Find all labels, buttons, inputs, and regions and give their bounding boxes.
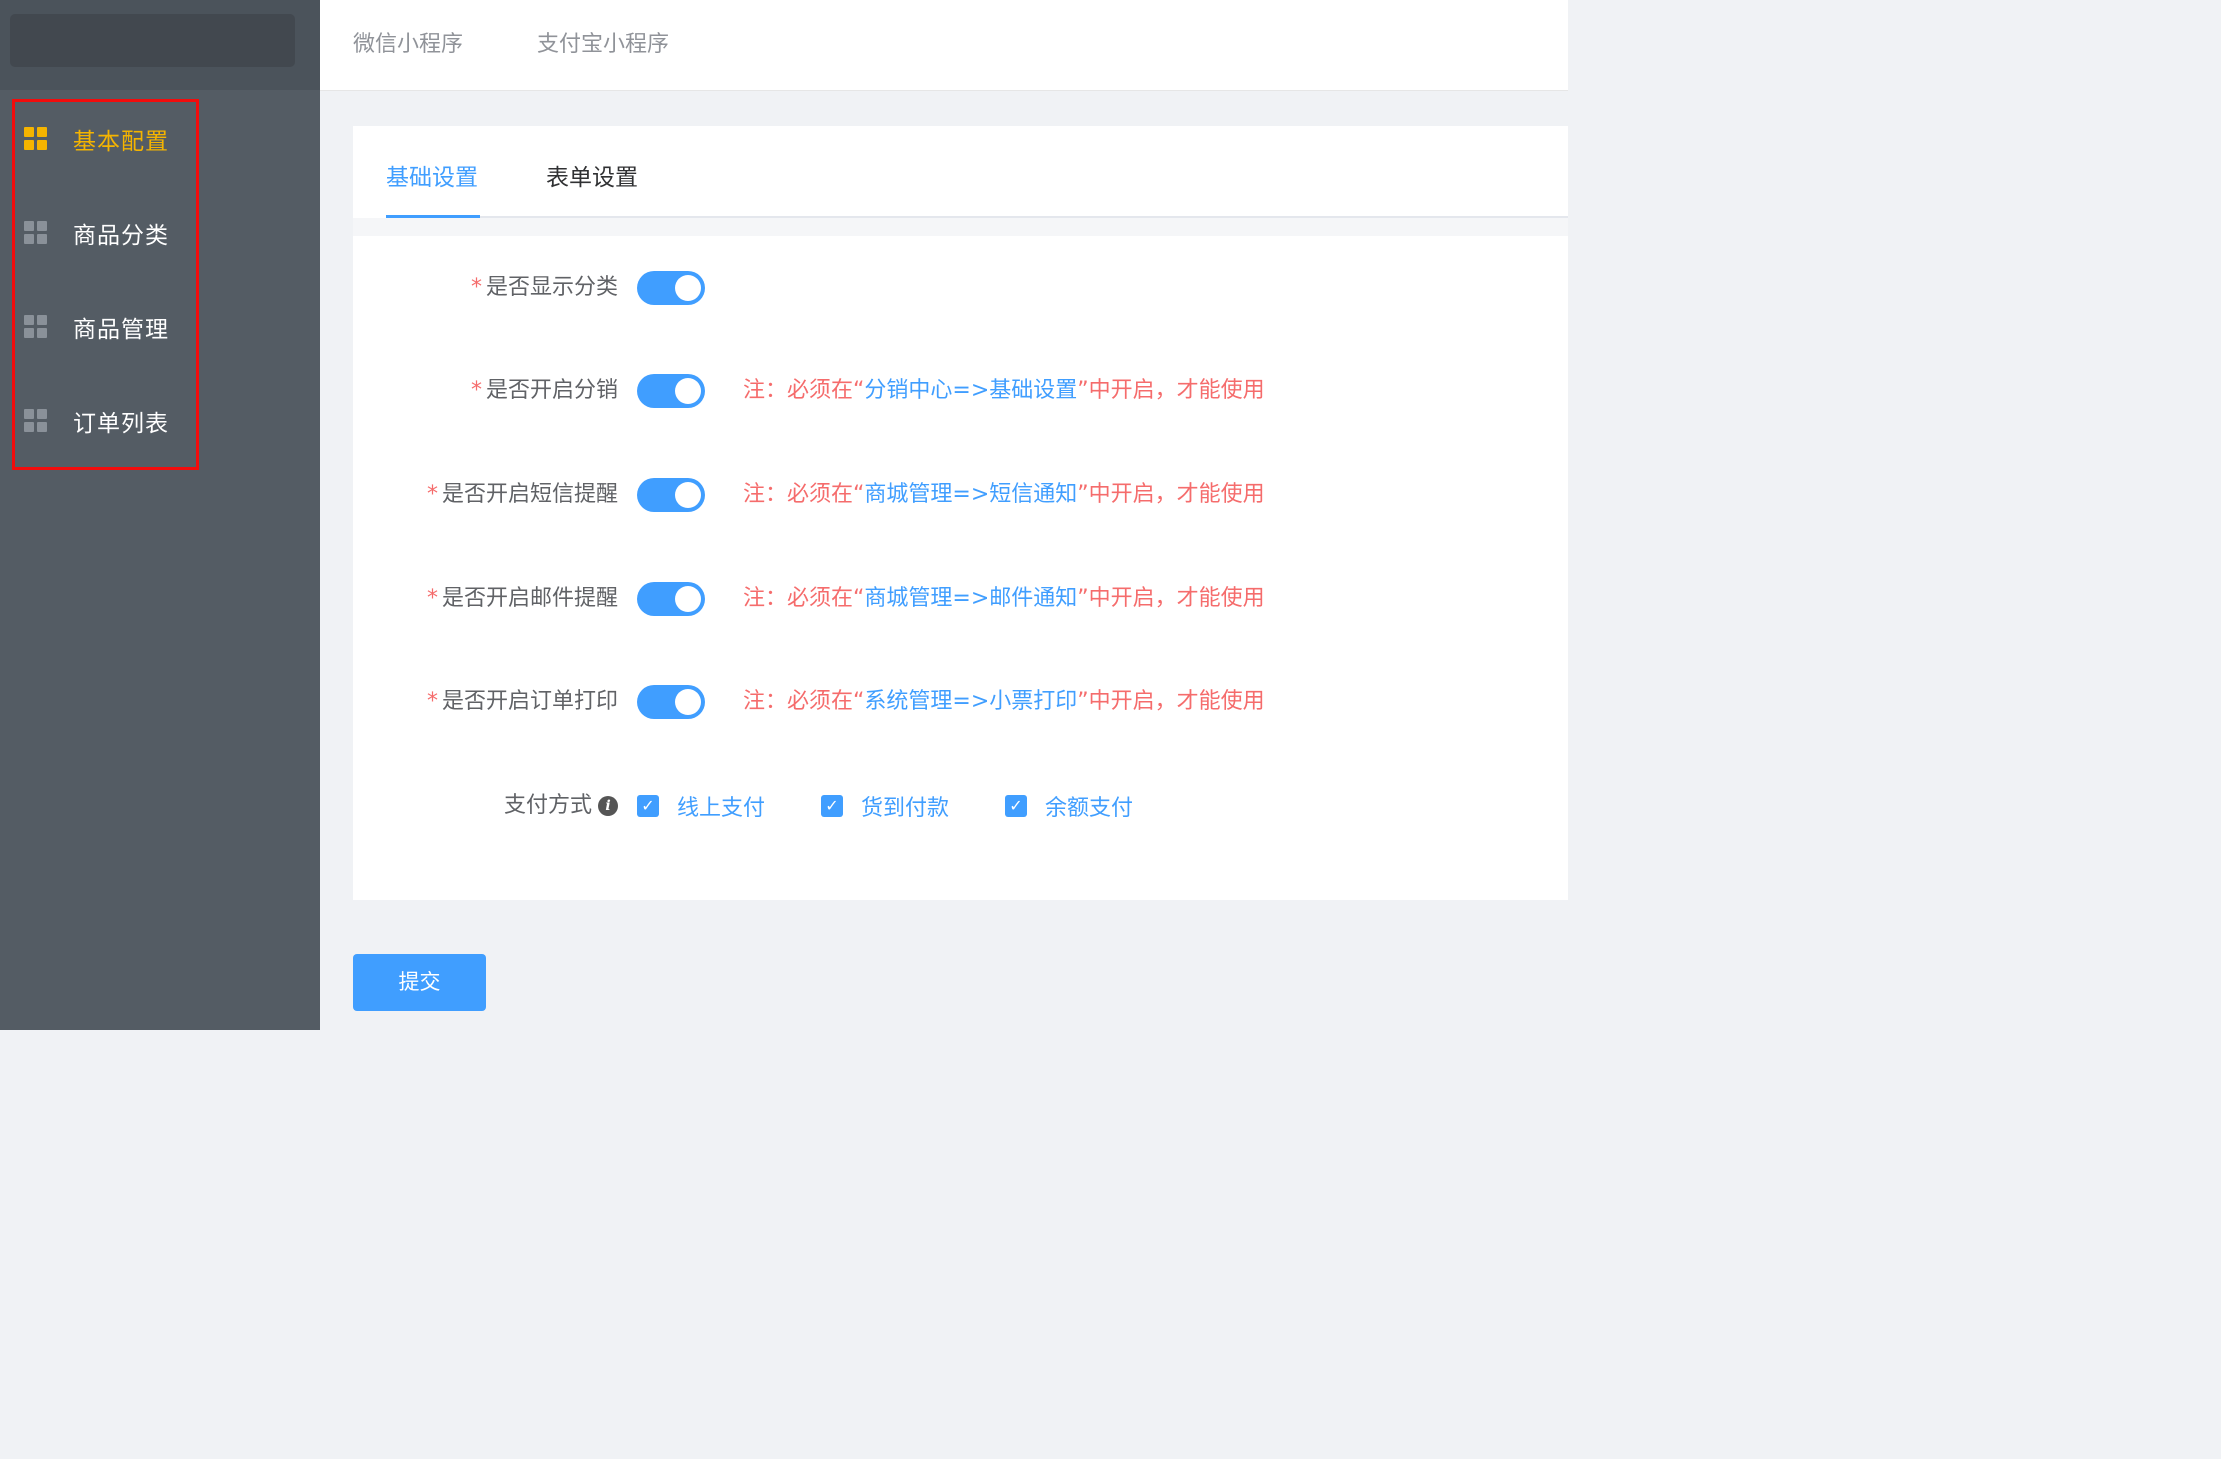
form-label-text: 是否开启分销	[485, 378, 618, 403]
sidebar-item-label: 商品分类	[73, 223, 169, 249]
settings-tabs: 基础设置 表单设置	[353, 126, 1568, 218]
note-link[interactable]: 商城管理=>短信通知	[864, 482, 1077, 507]
switch-knob	[675, 689, 701, 715]
grid-icon	[24, 127, 48, 151]
form-label: 支付方式 i	[504, 786, 618, 826]
form-row-email-reminder: * 是否开启邮件提醒 注：必须在“商城管理=>邮件通知”中开启，才能使用	[353, 579, 1568, 619]
sidebar-item-product-category[interactable]: 商品分类	[24, 208, 194, 258]
sidebar-item-product-management[interactable]: 商品管理	[24, 302, 194, 352]
form-label-text: 支付方式	[503, 793, 592, 818]
switch-knob	[675, 378, 701, 404]
note-prefix: 注：必须在“	[743, 482, 865, 507]
checkbox-balance-payment[interactable]: ✓ 余额支付	[1005, 786, 1133, 826]
sms-reminder-note: 注：必须在“商城管理=>短信通知”中开启，才能使用	[743, 475, 1265, 515]
form-row-distribution: * 是否开启分销 注：必须在“分销中心=>基础设置”中开启，才能使用	[353, 371, 1568, 411]
app-root: 基本配置 商品分类 商品管理 订单列表 微信小程序 支付宝小程序 基础设置 表单…	[0, 0, 1568, 1030]
form-row-order-print: * 是否开启订单打印 注：必须在“系统管理=>小票打印”中开启，才能使用	[353, 682, 1568, 722]
checkbox-label: 货到付款	[861, 796, 950, 821]
sms-reminder-switch[interactable]	[637, 478, 705, 512]
form-row-payment-method: 支付方式 i ✓ 线上支付 ✓ 货到付款 ✓ 余额支付	[353, 786, 1568, 826]
grid-icon	[24, 221, 48, 245]
form-label-text: 是否显示分类	[485, 275, 618, 300]
note-suffix: ”中开启，才能使用	[1077, 482, 1265, 507]
sidebar-header	[0, 0, 320, 90]
form-label: * 是否显示分类	[471, 268, 618, 308]
distribution-note: 注：必须在“分销中心=>基础设置”中开启，才能使用	[743, 371, 1265, 411]
sidebar-item-label: 订单列表	[73, 411, 169, 437]
sidebar-item-basic-config[interactable]: 基本配置	[24, 114, 194, 164]
sidebar-item-label: 商品管理	[73, 317, 169, 343]
checkbox-label: 线上支付	[677, 796, 766, 821]
sidebar: 基本配置 商品分类 商品管理 订单列表	[0, 0, 320, 1030]
grid-icon	[24, 409, 48, 433]
show-category-switch[interactable]	[637, 271, 705, 305]
note-suffix: ”中开启，才能使用	[1077, 586, 1265, 611]
note-prefix: 注：必须在“	[743, 689, 865, 714]
required-asterisk: *	[470, 275, 482, 300]
form-row-show-category: * 是否显示分类	[353, 268, 1568, 308]
tab-wechat-miniprogram[interactable]: 微信小程序	[353, 26, 463, 58]
check-icon: ✓	[637, 795, 659, 817]
checkbox-online-payment[interactable]: ✓ 线上支付	[637, 786, 765, 826]
sidebar-item-label: 基本配置	[73, 129, 169, 155]
submit-button[interactable]: 提交	[353, 954, 486, 1011]
form-label: * 是否开启订单打印	[427, 682, 618, 722]
tab-basic-settings[interactable]: 基础设置	[386, 158, 478, 192]
form-label-text: 是否开启邮件提醒	[441, 586, 618, 611]
required-asterisk: *	[426, 689, 438, 714]
settings-card: 基础设置 表单设置 * 是否显示分类 * 是否开启分销 注：必须在“分销中心=>基础…	[353, 126, 1568, 900]
required-asterisk: *	[470, 378, 482, 403]
form-label-text: 是否开启订单打印	[441, 689, 618, 714]
check-icon: ✓	[821, 795, 843, 817]
info-icon[interactable]: i	[598, 796, 618, 816]
form-label: * 是否开启短信提醒	[427, 475, 618, 515]
top-nav: 微信小程序 支付宝小程序	[320, 0, 1568, 91]
email-reminder-switch[interactable]	[637, 582, 705, 616]
checkbox-label: 余额支付	[1045, 796, 1134, 821]
switch-knob	[675, 275, 701, 301]
sidebar-item-order-list[interactable]: 订单列表	[24, 396, 194, 446]
email-reminder-note: 注：必须在“商城管理=>邮件通知”中开启，才能使用	[743, 579, 1265, 619]
switch-knob	[675, 482, 701, 508]
note-suffix: ”中开启，才能使用	[1077, 689, 1265, 714]
form-label: * 是否开启分销	[471, 371, 618, 411]
required-asterisk: *	[426, 482, 438, 507]
order-print-note: 注：必须在“系统管理=>小票打印”中开启，才能使用	[743, 682, 1265, 722]
tab-alipay-miniprogram[interactable]: 支付宝小程序	[537, 26, 669, 58]
tab-form-settings[interactable]: 表单设置	[546, 158, 638, 192]
note-link[interactable]: 系统管理=>小票打印	[864, 689, 1077, 714]
note-link[interactable]: 商城管理=>邮件通知	[864, 586, 1077, 611]
grid-icon	[24, 315, 48, 339]
logo-placeholder	[10, 14, 295, 67]
section-gap	[353, 218, 1568, 236]
form-row-sms-reminder: * 是否开启短信提醒 注：必须在“商城管理=>短信通知”中开启，才能使用	[353, 475, 1568, 515]
distribution-switch[interactable]	[637, 374, 705, 408]
note-link[interactable]: 分销中心=>基础设置	[864, 378, 1077, 403]
note-prefix: 注：必须在“	[743, 378, 865, 403]
switch-knob	[675, 586, 701, 612]
form-label-text: 是否开启短信提醒	[441, 482, 618, 507]
check-icon: ✓	[1005, 795, 1027, 817]
note-suffix: ”中开启，才能使用	[1077, 378, 1265, 403]
checkbox-cash-on-delivery[interactable]: ✓ 货到付款	[821, 786, 949, 826]
form-label: * 是否开启邮件提醒	[427, 579, 618, 619]
required-asterisk: *	[426, 586, 438, 611]
order-print-switch[interactable]	[637, 685, 705, 719]
note-prefix: 注：必须在“	[743, 586, 865, 611]
